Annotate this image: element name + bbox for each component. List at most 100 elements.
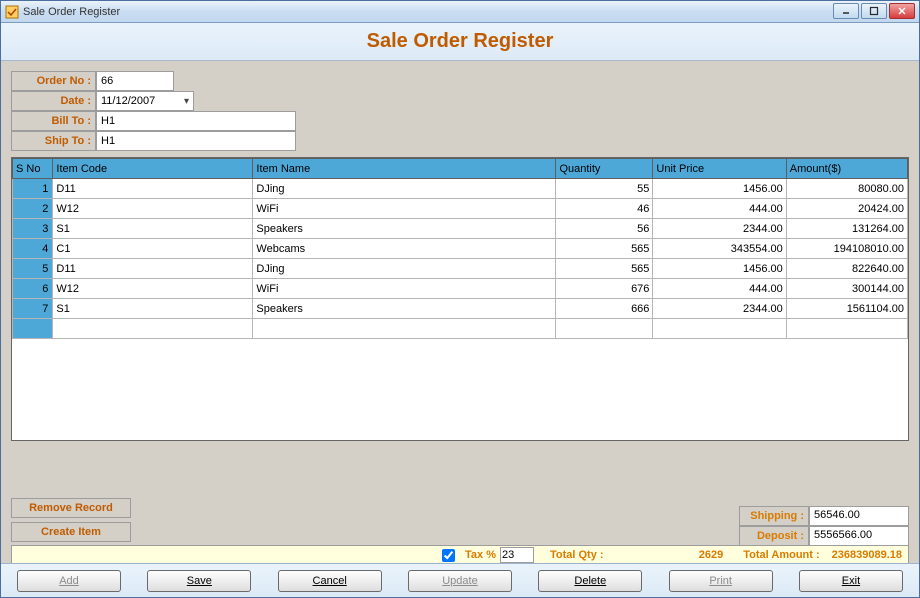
- cell-sno: 1: [13, 179, 53, 199]
- table-row[interactable]: 7S1Speakers6662344.001561104.00: [13, 299, 908, 319]
- cell-price[interactable]: 1456.00: [653, 179, 786, 199]
- cell-price[interactable]: 2344.00: [653, 219, 786, 239]
- ship-to-input[interactable]: [99, 134, 293, 148]
- cell-amt[interactable]: 822640.00: [786, 259, 907, 279]
- order-no-label: Order No :: [11, 71, 96, 91]
- print-button[interactable]: Print: [669, 570, 773, 592]
- save-button[interactable]: Save: [147, 570, 251, 592]
- exit-button[interactable]: Exit: [799, 570, 903, 592]
- table-row[interactable]: 1D11DJing551456.0080080.00: [13, 179, 908, 199]
- tax-input[interactable]: [500, 547, 534, 563]
- cell-sno: 3: [13, 219, 53, 239]
- deposit-value[interactable]: 5556566.00: [809, 526, 909, 546]
- items-grid[interactable]: S No Item Code Item Name Quantity Unit P…: [11, 157, 909, 441]
- cell-code[interactable]: D11: [53, 179, 253, 199]
- app-window: Sale Order Register Sale Order Register …: [0, 0, 920, 598]
- cell-code[interactable]: W12: [53, 199, 253, 219]
- col-header-qty[interactable]: Quantity: [556, 159, 653, 179]
- body: Order No : Date : Bill To : Ship To :: [1, 61, 919, 597]
- col-header-name[interactable]: Item Name: [253, 159, 556, 179]
- order-no-input[interactable]: [99, 74, 171, 88]
- cell-price[interactable]: 2344.00: [653, 299, 786, 319]
- app-icon: [5, 5, 19, 19]
- tax-checkbox[interactable]: [442, 549, 455, 562]
- create-item-button[interactable]: Create Item: [11, 522, 131, 542]
- order-form: Order No : Date : Bill To : Ship To :: [11, 71, 909, 151]
- cell-name[interactable]: Webcams: [253, 239, 556, 259]
- cell-amt[interactable]: 80080.00: [786, 179, 907, 199]
- col-header-sno[interactable]: S No: [13, 159, 53, 179]
- cell-code[interactable]: W12: [53, 279, 253, 299]
- table-row[interactable]: 5D11DJing5651456.00822640.00: [13, 259, 908, 279]
- total-amount-label: Total Amount :: [739, 549, 823, 561]
- col-header-code[interactable]: Item Code: [53, 159, 253, 179]
- table-row[interactable]: 3S1Speakers562344.00131264.00: [13, 219, 908, 239]
- cancel-button[interactable]: Cancel: [278, 570, 382, 592]
- left-action-buttons: Remove Record Create Item: [11, 498, 131, 546]
- cell-qty[interactable]: 676: [556, 279, 653, 299]
- cell-code[interactable]: D11: [53, 259, 253, 279]
- date-picker[interactable]: [96, 91, 194, 111]
- bill-to-field[interactable]: [96, 111, 296, 131]
- cell-price[interactable]: 444.00: [653, 199, 786, 219]
- close-button[interactable]: [889, 3, 915, 19]
- cell-code[interactable]: S1: [53, 299, 253, 319]
- cell-sno: 6: [13, 279, 53, 299]
- cell-qty[interactable]: 666: [556, 299, 653, 319]
- cell-price[interactable]: 1456.00: [653, 259, 786, 279]
- cell-qty[interactable]: 565: [556, 239, 653, 259]
- cell-amt[interactable]: 1561104.00: [786, 299, 907, 319]
- shipping-label: Shipping :: [739, 506, 809, 526]
- cell-price[interactable]: 444.00: [653, 279, 786, 299]
- delete-button[interactable]: Delete: [538, 570, 642, 592]
- table-row-empty[interactable]: [13, 319, 908, 339]
- add-button[interactable]: Add: [17, 570, 121, 592]
- shipping-value[interactable]: 56546.00: [809, 506, 909, 526]
- window-controls: [833, 3, 915, 19]
- maximize-button[interactable]: [861, 3, 887, 19]
- tax-label: Tax %: [461, 549, 500, 561]
- cell-name[interactable]: Speakers: [253, 219, 556, 239]
- cell-qty[interactable]: 55: [556, 179, 653, 199]
- cell-amt[interactable]: 194108010.00: [786, 239, 907, 259]
- cell-amt[interactable]: 20424.00: [786, 199, 907, 219]
- ship-to-label: Ship To :: [11, 131, 96, 151]
- cell-qty[interactable]: 565: [556, 259, 653, 279]
- ship-to-field[interactable]: [96, 131, 296, 151]
- table-row[interactable]: 4C1Webcams565343554.00194108010.00: [13, 239, 908, 259]
- update-button[interactable]: Update: [408, 570, 512, 592]
- cell-code[interactable]: C1: [53, 239, 253, 259]
- charges-box: Shipping : 56546.00 Deposit : 5556566.00: [739, 506, 909, 546]
- cell-amt[interactable]: 131264.00: [786, 219, 907, 239]
- table-row[interactable]: 6W12WiFi676444.00300144.00: [13, 279, 908, 299]
- col-header-amt[interactable]: Amount($): [786, 159, 907, 179]
- cell-name[interactable]: DJing: [253, 259, 556, 279]
- cell-sno: 2: [13, 199, 53, 219]
- grid-header-row: S No Item Code Item Name Quantity Unit P…: [13, 159, 908, 179]
- cell-name[interactable]: Speakers: [253, 299, 556, 319]
- table-row[interactable]: 2W12WiFi46444.0020424.00: [13, 199, 908, 219]
- cell-qty[interactable]: 56: [556, 219, 653, 239]
- totals-row: Tax % Total Qty : 2629 Total Amount : 23…: [11, 545, 909, 565]
- date-label: Date :: [11, 91, 96, 111]
- cell-qty[interactable]: 46: [556, 199, 653, 219]
- title-bar: Sale Order Register: [1, 1, 919, 23]
- cell-name[interactable]: WiFi: [253, 199, 556, 219]
- cell-price[interactable]: 343554.00: [653, 239, 786, 259]
- bill-to-input[interactable]: [99, 114, 293, 128]
- total-amount-value: 236839089.18: [832, 549, 908, 561]
- order-no-field[interactable]: [96, 71, 174, 91]
- page-title: Sale Order Register: [367, 30, 554, 53]
- date-input[interactable]: [99, 94, 191, 108]
- cell-amt[interactable]: 300144.00: [786, 279, 907, 299]
- cell-name[interactable]: WiFi: [253, 279, 556, 299]
- total-qty-label: Total Qty :: [546, 549, 608, 561]
- cell-sno: 5: [13, 259, 53, 279]
- remove-record-button[interactable]: Remove Record: [11, 498, 131, 518]
- col-header-price[interactable]: Unit Price: [653, 159, 786, 179]
- bill-to-label: Bill To :: [11, 111, 96, 131]
- cell-name[interactable]: DJing: [253, 179, 556, 199]
- minimize-button[interactable]: [833, 3, 859, 19]
- button-bar: Add Save Cancel Update Delete Print Exit: [1, 563, 919, 597]
- cell-code[interactable]: S1: [53, 219, 253, 239]
